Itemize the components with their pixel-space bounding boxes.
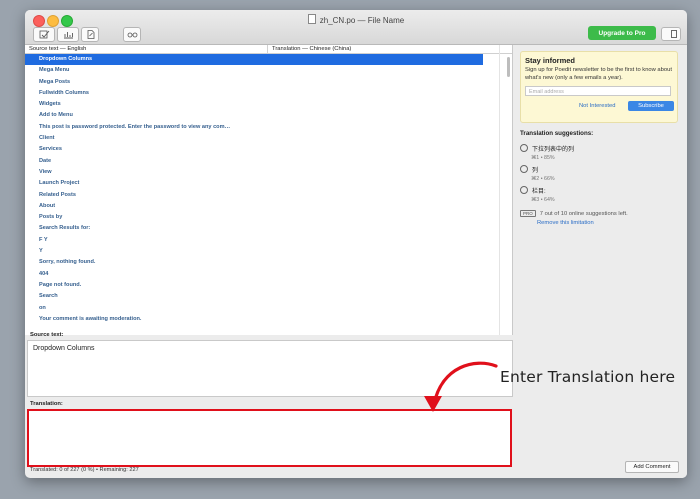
annotation-arrow [424,361,498,412]
list-scrollbar[interactable] [507,57,510,77]
chart-icon [63,32,73,39]
page-icon [87,30,94,39]
person-icon [520,186,528,194]
preview-button[interactable] [123,27,141,42]
person-icon [520,165,528,173]
suggestion-item[interactable]: 栏目: ⌘3 • 64% [520,186,555,203]
table-row[interactable]: This post is password protected. Enter t… [25,122,483,133]
table-row[interactable]: Widgets [25,99,483,110]
table-row[interactable]: Search Results for: [25,223,483,234]
table-row[interactable]: Search [25,291,483,302]
table-row[interactable]: Services [25,144,483,155]
pro-note: PRO 7 out of 10 online suggestions left. [520,210,628,217]
pretranslate-button[interactable] [81,27,99,42]
translation-column-header[interactable]: Translation — Chinese (China) [268,45,351,53]
subscribe-button[interactable]: Subscribe [628,101,674,111]
list-header: Source text — English Translation — Chin… [25,45,512,54]
table-row[interactable]: Client [25,133,483,144]
suggestion-meta: ⌘1 • 85% [531,155,555,161]
suggestion-item[interactable]: 下拉列表中的列 ⌘1 • 85% [520,144,574,161]
suggestion-item[interactable]: 列 ⌘2 • 66% [520,165,555,182]
table-row[interactable]: Add to Menu [25,110,483,121]
table-row[interactable]: Posts by [25,212,483,223]
upgrade-to-pro-button[interactable]: Upgrade to Pro [588,26,656,40]
not-interested-link[interactable]: Not Interested [579,103,615,109]
update-button[interactable] [57,27,79,42]
app-window: zh_CN.po — File Name Upgrade to Pro Sour… [25,10,687,478]
suggestion-meta: ⌘2 • 66% [531,176,555,182]
source-text-label: Source text: [30,332,64,338]
table-row[interactable]: Fullwidth Columns [25,88,483,99]
table-row[interactable]: 404 [25,269,483,280]
email-field[interactable]: Email address [525,86,671,96]
status-bar: Translated: 0 of 227 (0 %) • Remaining: … [30,467,139,473]
table-row[interactable]: Mega Menu [25,65,483,76]
list-rows: Dropdown Columns Mega Menu Mega Posts Fullw… [25,54,512,325]
table-row[interactable]: Date [25,156,483,167]
table-row[interactable]: Dropdown Columns [25,54,483,66]
source-column-header[interactable]: Source text — English [25,45,268,53]
pro-badge: PRO [520,210,536,217]
newsletter-text: Sign up for Poedit newsletter to be the … [525,67,672,81]
table-row[interactable]: F Y [25,235,483,246]
check-document-icon [39,30,49,39]
machine-translation-icon [520,144,528,152]
newsletter-title: Stay informed [525,56,576,65]
table-row[interactable]: Page not found. [25,280,483,291]
newsletter-box: Stay informed Sign up for Poedit newslet… [520,51,678,123]
table-row[interactable]: Your comment is awaiting moderation. [25,314,483,325]
suggestions-title: Translation suggestions: [520,130,594,137]
remove-limitation-link[interactable]: Remove this limitation [537,220,594,226]
table-row[interactable]: Related Posts [25,190,483,201]
table-row[interactable]: Y [25,246,483,257]
column-divider [499,45,500,335]
sidebar-panel: Stay informed Sign up for Poedit newslet… [515,45,687,478]
glasses-icon [127,32,137,38]
title-bar: zh_CN.po — File Name Upgrade to Pro [25,10,687,45]
table-row[interactable]: on [25,303,483,314]
sidebar-toggle-button[interactable] [661,27,681,41]
document-icon [307,14,316,24]
validate-button[interactable] [33,27,55,42]
suggestion-meta: ⌘3 • 64% [531,197,555,203]
table-row[interactable]: About [25,201,483,212]
translation-label: Translation: [30,401,63,407]
translation-list[interactable]: Source text — English Translation — Chin… [25,45,513,335]
table-row[interactable]: View [25,167,483,178]
table-row[interactable]: Sorry, nothing found. [25,257,483,268]
table-row[interactable]: Launch Project [25,178,483,189]
table-row[interactable]: Mega Posts [25,77,483,88]
window-title: zh_CN.po — File Name [25,14,687,25]
annotation-text: Enter Translation here [500,368,676,386]
add-comment-button[interactable]: Add Comment [625,461,679,473]
